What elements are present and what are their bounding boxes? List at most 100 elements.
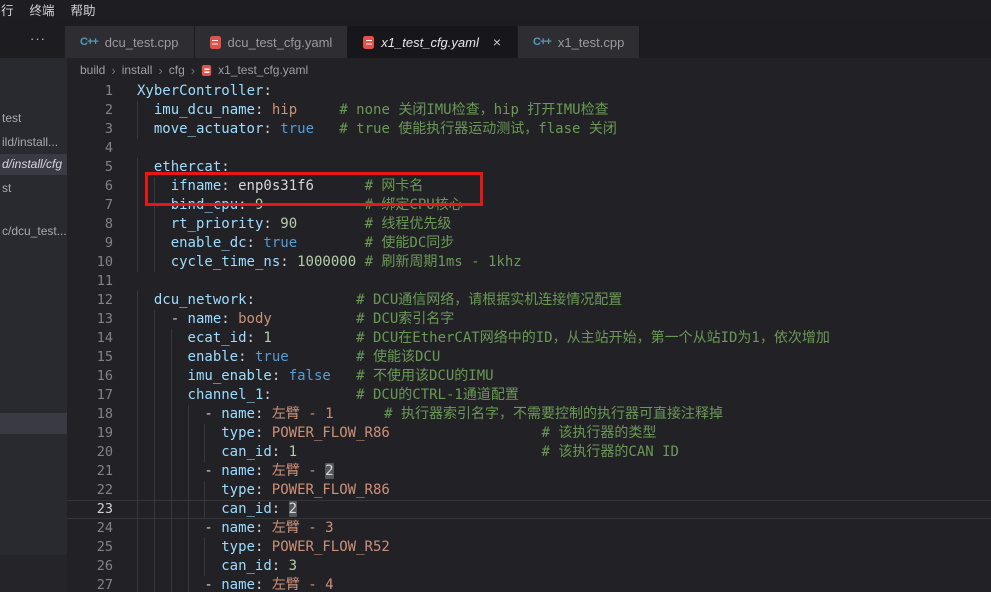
code-line-17[interactable]: 17channel_1: # DCU的CTRL-1通道配置 <box>67 386 991 405</box>
code-line-10[interactable]: 10cycle_time_ns: 1000000 # 刷新周期1ms - 1kh… <box>67 253 991 272</box>
cpp-file-icon: C++ <box>80 36 98 48</box>
token: POWER_FLOW_R86 <box>272 425 390 441</box>
menu-item-0[interactable]: 行 <box>0 0 22 18</box>
code-line-18[interactable]: 18- name: 左臂 - 1 # 执行器索引名字，不需要控制的执行器可直接注… <box>67 405 991 424</box>
code-line-8[interactable]: 8rt_priority: 90 # 线程优先级 <box>67 215 991 234</box>
code-line-4[interactable]: 4 <box>67 139 991 158</box>
breadcrumb-file[interactable]: x1_test_cfg.yaml <box>218 63 308 77</box>
code-line-7[interactable]: 7bind_cpu: 9 # 绑定CPU核心 <box>67 196 991 215</box>
code-line-27[interactable]: 27- name: 左臂 - 4 <box>67 576 991 592</box>
token: : <box>221 178 238 194</box>
menu-item-2[interactable]: 帮助 <box>63 0 104 18</box>
indent-guide <box>137 443 154 462</box>
code-line-25[interactable]: 25type: POWER_FLOW_R52 <box>67 538 991 557</box>
editor[interactable]: build›install›cfg›x1_test_cfg.yaml 1Xybe… <box>67 58 991 592</box>
tab-dcu_test.cpp[interactable]: C++dcu_test.cpp <box>65 26 195 58</box>
menu-item-1[interactable]: 终端 <box>22 0 63 18</box>
sidebar-item-1[interactable]: ild/install... <box>0 132 67 153</box>
indent-guide <box>204 557 221 576</box>
token: ecat_id <box>188 330 247 346</box>
code-line-12[interactable]: 12dcu_network: # DCU通信网络，请根据实机连接情况配置 <box>67 291 991 310</box>
token: cycle_time_ns <box>171 254 281 270</box>
code-line-15[interactable]: 15enable: true # 使能该DCU <box>67 348 991 367</box>
tab-x1_test_cfg.yaml[interactable]: x1_test_cfg.yaml × <box>348 26 518 58</box>
tab-label: x1_test_cfg.yaml <box>381 35 479 50</box>
indent-guide <box>137 158 154 177</box>
code-line-20[interactable]: 20can_id: 1 # 该执行器的CAN ID <box>67 443 991 462</box>
token: type <box>221 425 255 441</box>
breadcrumb-segment[interactable]: install <box>122 63 153 77</box>
tab-x1_test.cpp[interactable]: C++x1_test.cpp <box>518 26 640 58</box>
code-line-23[interactable]: 23can_id: 2 <box>67 500 991 519</box>
code-line-14[interactable]: 14ecat_id: 1 # DCU在EtherCAT网络中的ID，从主站开始，… <box>67 329 991 348</box>
line-number: 16 <box>67 367 113 386</box>
code-line-24[interactable]: 24- name: 左臂 - 3 <box>67 519 991 538</box>
indent-guide <box>137 234 154 253</box>
cpp-file-icon: C++ <box>533 36 551 48</box>
indent-guide <box>188 443 205 462</box>
breadcrumb-separator-icon: › <box>158 63 162 78</box>
code-line-9[interactable]: 9enable_dc: true # 使能DC同步 <box>67 234 991 253</box>
code-line-5[interactable]: 5ethercat: <box>67 158 991 177</box>
code-line-21[interactable]: 21- name: 左臂 - 2 <box>67 462 991 481</box>
token: name <box>221 577 255 592</box>
indent-guide <box>171 367 188 386</box>
code-area[interactable]: 1XyberController:2imu_dcu_name: hip # no… <box>67 82 991 592</box>
indent-guide <box>154 500 171 519</box>
indent-guide <box>154 538 171 557</box>
sidebar-item-0[interactable]: test <box>0 108 67 129</box>
token <box>390 425 542 441</box>
token: : <box>238 197 255 213</box>
indent-guide <box>137 500 154 519</box>
indent-guide <box>171 348 188 367</box>
code-line-11[interactable]: 11 <box>67 272 991 291</box>
sidebar-item-3[interactable]: st <box>0 178 67 199</box>
token: enp0s31f6 <box>238 178 314 194</box>
token <box>272 387 356 403</box>
token <box>255 292 356 308</box>
sidebar-item-5[interactable] <box>0 413 67 434</box>
indent-guide <box>204 443 221 462</box>
token <box>314 178 365 194</box>
token: true <box>280 121 314 137</box>
breadcrumb-segment[interactable]: build <box>80 63 105 77</box>
indent-guide <box>154 424 171 443</box>
token: : <box>272 501 289 517</box>
code-line-3[interactable]: 3move_actuator: true # true 使能执行器运动测试，fl… <box>67 120 991 139</box>
token: false <box>289 368 331 384</box>
token: 90 <box>280 216 297 232</box>
line-number: 1 <box>67 82 113 101</box>
token: imu_dcu_name <box>154 102 255 118</box>
close-icon[interactable]: × <box>492 35 502 49</box>
more-actions-icon[interactable]: ··· <box>30 31 46 46</box>
code-line-13[interactable]: 13- name: body # DCU索引名字 <box>67 310 991 329</box>
indent-guide <box>137 101 154 120</box>
sidebar-item-2[interactable]: d/install/cfg <box>0 154 67 175</box>
token: - <box>204 406 221 422</box>
indent-guide <box>188 538 205 557</box>
sidebar-item-4[interactable]: c/dcu_test... <box>0 221 67 242</box>
code-line-1[interactable]: 1XyberController: <box>67 82 991 101</box>
code-line-16[interactable]: 16imu_enable: false # 不使用该DCU的IMU <box>67 367 991 386</box>
indent-guide <box>137 367 154 386</box>
token: : <box>221 159 229 175</box>
token: # 不使用该DCU的IMU <box>356 368 493 384</box>
token: name <box>221 520 255 536</box>
indent-guide <box>154 348 171 367</box>
breadcrumb-segment[interactable]: cfg <box>169 63 185 77</box>
indent-guide <box>188 405 205 424</box>
token: # DCU在EtherCAT网络中的ID，从主站开始，第一个从站ID为1，依次增… <box>356 330 830 346</box>
indent-guide <box>171 538 188 557</box>
code-line-26[interactable]: 26can_id: 3 <box>67 557 991 576</box>
code-line-6[interactable]: 6ifname: enp0s31f6 # 网卡名 <box>67 177 991 196</box>
line-number: 9 <box>67 234 113 253</box>
code-line-22[interactable]: 22type: POWER_FLOW_R86 <box>67 481 991 500</box>
indent-guide <box>154 234 171 253</box>
indent-guide <box>154 576 171 592</box>
code-line-19[interactable]: 19type: POWER_FLOW_R86 # 该执行器的类型 <box>67 424 991 443</box>
token: : <box>255 577 272 592</box>
code-line-2[interactable]: 2imu_dcu_name: hip # none 关闭IMU检查，hip 打开… <box>67 101 991 120</box>
indent-guide <box>171 462 188 481</box>
tab-dcu_test_cfg.yaml[interactable]: dcu_test_cfg.yaml <box>195 26 349 58</box>
token: rt_priority <box>171 216 264 232</box>
